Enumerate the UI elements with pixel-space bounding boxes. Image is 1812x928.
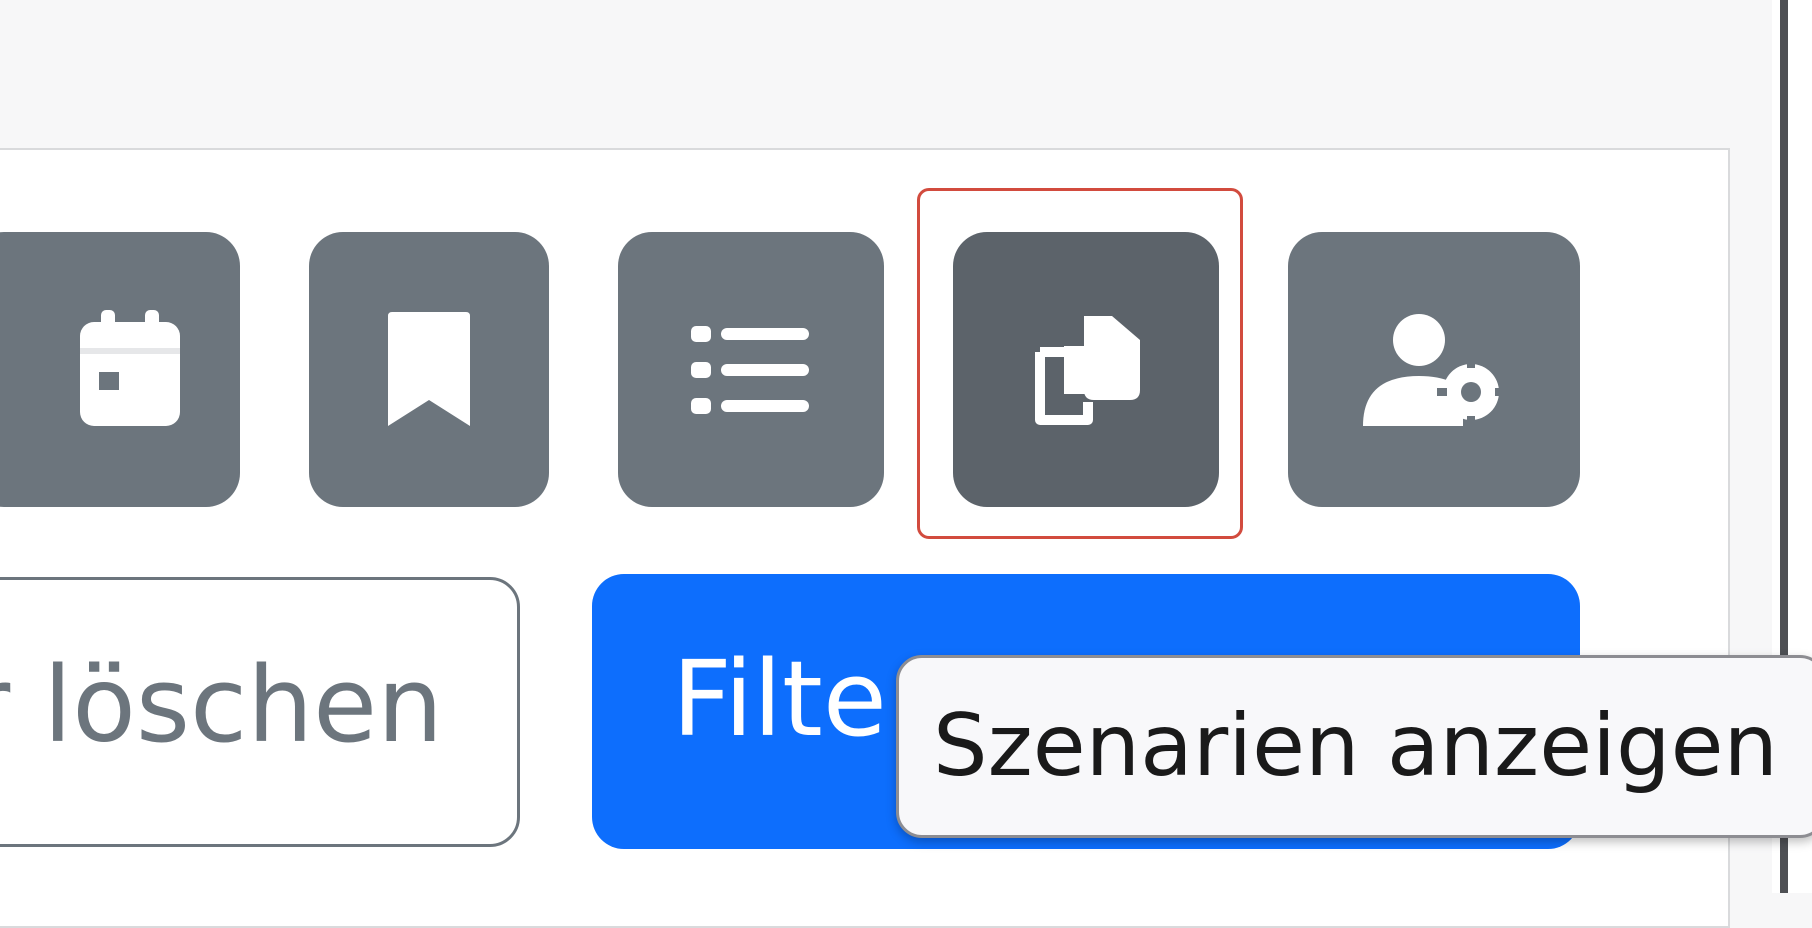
show-scenarios-button[interactable]	[953, 232, 1219, 507]
list-button[interactable]	[618, 232, 884, 507]
tooltip: Szenarien anzeigen	[896, 655, 1812, 838]
clear-filter-label: r löschen	[0, 644, 443, 766]
clear-filter-button[interactable]: r löschen	[0, 577, 520, 847]
bookmark-icon	[384, 310, 474, 430]
calendar-button[interactable]	[0, 232, 240, 507]
user-gear-icon	[1359, 310, 1509, 430]
apply-filter-label: Filte	[672, 638, 887, 760]
calendar-icon	[75, 309, 185, 430]
user-settings-button[interactable]	[1288, 232, 1580, 507]
copy-icon	[1026, 310, 1146, 430]
tooltip-text: Szenarien anzeigen	[933, 696, 1779, 796]
list-icon	[691, 320, 811, 420]
bookmark-button[interactable]	[309, 232, 549, 507]
